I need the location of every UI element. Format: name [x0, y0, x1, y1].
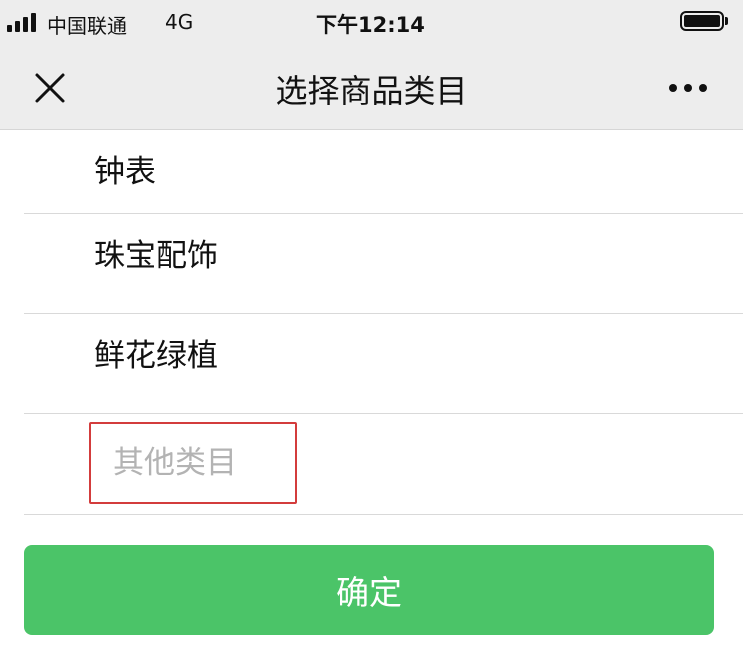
navigation-bar: 选择商品类目	[0, 46, 743, 130]
page-title: 选择商品类目	[275, 72, 468, 110]
category-item-flowers-plants[interactable]: 鲜花绿植	[0, 314, 743, 414]
category-item-watches[interactable]: 钟表	[0, 130, 743, 214]
other-category-input[interactable]	[89, 422, 297, 504]
other-category-row	[0, 414, 743, 515]
status-bar: 中国联通 4G 下午12:14	[0, 0, 743, 46]
more-icon	[669, 84, 707, 92]
signal-strength-icon	[7, 13, 36, 32]
category-list: 钟表 珠宝配饰 鲜花绿植	[0, 130, 743, 515]
category-label: 珠宝配饰	[94, 238, 218, 274]
category-label: 鲜花绿植	[94, 338, 218, 374]
more-button[interactable]	[662, 71, 714, 105]
battery-icon	[680, 11, 729, 33]
category-item-jewelry[interactable]: 珠宝配饰	[0, 214, 743, 314]
network-type: 4G	[165, 10, 194, 34]
status-time: 下午12:14	[316, 13, 425, 37]
divider	[24, 514, 743, 515]
carrier-name: 中国联通	[47, 14, 127, 38]
category-label: 钟表	[94, 154, 156, 190]
confirm-button[interactable]: 确定	[24, 545, 714, 635]
